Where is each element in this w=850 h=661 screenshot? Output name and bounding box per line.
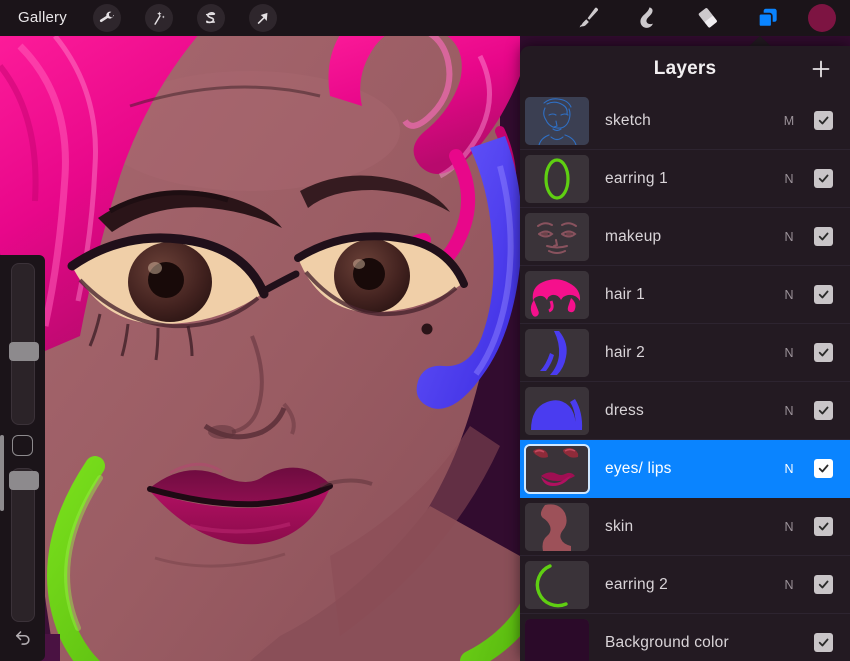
brush-size-thumb[interactable] <box>8 342 39 361</box>
layer-blend-mode[interactable]: N <box>774 404 804 418</box>
layer-thumbnail[interactable] <box>525 154 589 203</box>
paintbrush-icon[interactable] <box>568 0 608 36</box>
undo-button[interactable] <box>6 622 40 651</box>
layer-row[interactable]: earring 1 N <box>520 150 850 208</box>
layer-name: eyes/ lips <box>605 459 672 477</box>
top-toolbar: Gallery <box>0 0 850 36</box>
layer-name: hair 1 <box>605 285 645 303</box>
brush-opacity-thumb[interactable] <box>8 470 39 490</box>
layer-row[interactable]: Background color <box>520 614 850 661</box>
layer-thumbnail[interactable] <box>525 328 589 377</box>
layers-panel-header: Layers <box>520 46 850 92</box>
layer-row[interactable]: skin N <box>520 498 850 556</box>
layer-visibility-checkbox[interactable] <box>814 459 833 478</box>
layer-blend-mode[interactable]: N <box>774 462 804 476</box>
layers-icon[interactable] <box>748 0 788 36</box>
layer-visibility-checkbox[interactable] <box>814 227 833 246</box>
magic-wand-icon[interactable] <box>144 4 173 32</box>
layer-name: earring 2 <box>605 575 668 593</box>
layer-thumbnail[interactable] <box>525 502 589 551</box>
layers-panel: Layers sketch M earring 1 N makeup N hair… <box>520 46 850 661</box>
layer-name: skin <box>605 517 634 535</box>
layer-blend-mode[interactable]: N <box>774 230 804 244</box>
layer-name: earring 1 <box>605 169 668 187</box>
layer-blend-mode[interactable]: N <box>774 578 804 592</box>
layer-thumbnail[interactable] <box>525 386 589 435</box>
layer-name: sketch <box>605 111 651 129</box>
layer-row[interactable]: eyes/ lips N <box>520 440 850 498</box>
layer-name: dress <box>605 401 644 419</box>
layer-thumbnail[interactable] <box>525 618 589 661</box>
layer-blend-mode[interactable]: M <box>774 114 804 128</box>
selection-s-icon[interactable] <box>196 4 225 32</box>
layer-thumbnail[interactable] <box>525 212 589 261</box>
layer-visibility-checkbox[interactable] <box>814 517 833 536</box>
layer-row[interactable]: sketch M <box>520 92 850 150</box>
layer-row[interactable]: makeup N <box>520 208 850 266</box>
layer-blend-mode[interactable]: N <box>774 346 804 360</box>
brush-sidebar <box>0 255 45 661</box>
layer-visibility-checkbox[interactable] <box>814 169 833 188</box>
brush-opacity-slider[interactable] <box>8 467 39 623</box>
layer-visibility-checkbox[interactable] <box>814 401 833 420</box>
transform-arrow-icon[interactable] <box>248 4 277 32</box>
toolbar-right-group <box>558 0 850 36</box>
layer-visibility-checkbox[interactable] <box>814 575 833 594</box>
adjustments-wrench-icon[interactable] <box>92 4 121 32</box>
layer-visibility-checkbox[interactable] <box>814 285 833 304</box>
color-swatch-button[interactable] <box>808 4 836 32</box>
eraser-icon[interactable] <box>688 0 728 36</box>
layer-visibility-checkbox[interactable] <box>814 633 833 652</box>
layer-name: makeup <box>605 227 662 245</box>
layer-name: hair 2 <box>605 343 645 361</box>
layer-row[interactable]: dress N <box>520 382 850 440</box>
toolbar-left-group: Gallery <box>0 0 289 36</box>
brush-size-slider[interactable] <box>8 263 39 426</box>
layer-visibility-checkbox[interactable] <box>814 343 833 362</box>
add-layer-button[interactable] <box>806 54 836 84</box>
layer-thumbnail[interactable] <box>524 443 590 494</box>
gallery-button[interactable]: Gallery <box>0 0 81 36</box>
layer-thumbnail[interactable] <box>525 270 589 319</box>
procreate-app-window: Gallery Layers sketch M earring 1 N make… <box>0 0 850 661</box>
layer-blend-mode[interactable]: N <box>774 520 804 534</box>
layer-blend-mode[interactable]: N <box>774 288 804 302</box>
layer-thumbnail[interactable] <box>525 560 589 609</box>
layers-panel-title: Layers <box>653 58 717 79</box>
layers-list: sketch M earring 1 N makeup N hair 1 N hair … <box>520 92 850 661</box>
smudge-icon[interactable] <box>628 0 668 36</box>
layer-visibility-checkbox[interactable] <box>814 111 833 130</box>
layer-row[interactable]: hair 2 N <box>520 324 850 382</box>
layer-blend-mode[interactable]: N <box>774 172 804 186</box>
layer-name: Background color <box>605 633 729 651</box>
sidebar-drag-handle[interactable] <box>0 435 4 511</box>
layer-thumbnail[interactable] <box>525 96 589 145</box>
layer-row[interactable]: hair 1 N <box>520 266 850 324</box>
modify-square-button[interactable] <box>12 435 33 456</box>
layer-row[interactable]: earring 2 N <box>520 556 850 614</box>
